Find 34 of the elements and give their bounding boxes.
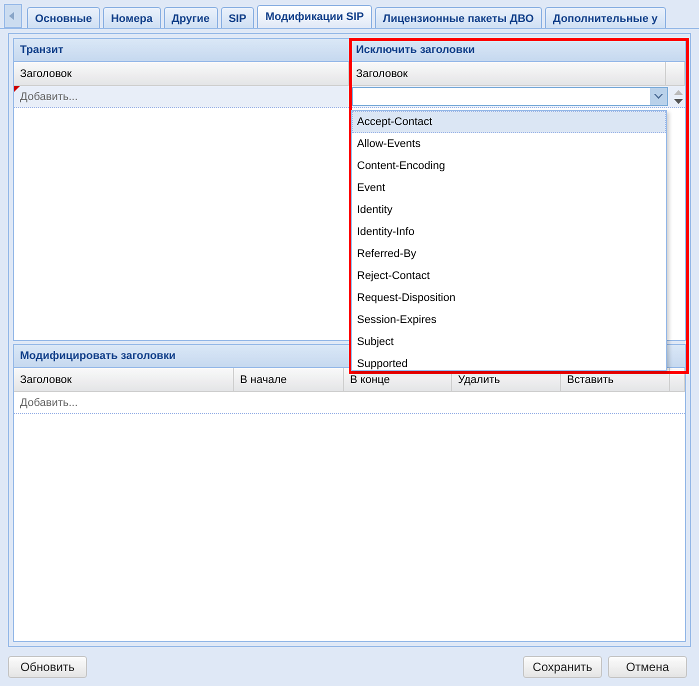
tab[interactable]: Дополнительные у <box>544 7 666 28</box>
add-row[interactable]: Добавить... <box>14 86 349 108</box>
panel-title: Транзит <box>20 44 64 56</box>
dropdown-option[interactable]: Allow-Events <box>352 133 666 155</box>
save-button[interactable]: Сохранить <box>523 656 602 678</box>
dropdown-option[interactable]: Session-Expires <box>352 309 666 331</box>
spinner-icon[interactable] <box>674 88 683 104</box>
dropdown-option[interactable]: Accept-Contact <box>352 111 666 133</box>
dropdown-option[interactable]: Supported <box>352 353 666 370</box>
dropdown-option[interactable]: Content-Encoding <box>352 155 666 177</box>
dropdown-option[interactable]: Reject-Contact <box>352 265 666 287</box>
header-combo-field[interactable] <box>352 87 668 106</box>
tab[interactable]: Номера <box>102 7 161 28</box>
panel-title: Исключить заголовки <box>356 44 475 56</box>
tab[interactable]: Другие <box>164 7 218 28</box>
column-header[interactable]: Заголовок <box>14 62 349 85</box>
scroll-left-button[interactable] <box>4 4 22 28</box>
column-header[interactable]: Заголовок <box>14 368 234 391</box>
cancel-button[interactable]: Отмена <box>608 656 687 678</box>
dropdown-option[interactable]: Identity <box>352 199 666 221</box>
dropdown-option[interactable]: Event <box>352 177 666 199</box>
arrow-left-icon <box>9 12 17 20</box>
chevron-down-icon <box>654 94 663 100</box>
tab[interactable]: Лицензионные пакеты ДВО <box>374 7 542 28</box>
dropdown-option[interactable]: Identity-Info <box>352 221 666 243</box>
refresh-button[interactable]: Обновить <box>8 656 87 678</box>
dropdown-option[interactable]: Request-Disposition <box>352 287 666 309</box>
dropdown-option[interactable]: Referred-By <box>352 243 666 265</box>
dropdown-option[interactable]: Subject <box>352 331 666 353</box>
tab[interactable]: SIP <box>220 7 254 28</box>
tab[interactable]: Модификации SIP <box>257 5 372 28</box>
panel-title: Модифицировать заголовки <box>20 350 176 362</box>
column-header[interactable]: В начале <box>234 368 344 391</box>
tab[interactable]: Основные <box>27 7 100 28</box>
